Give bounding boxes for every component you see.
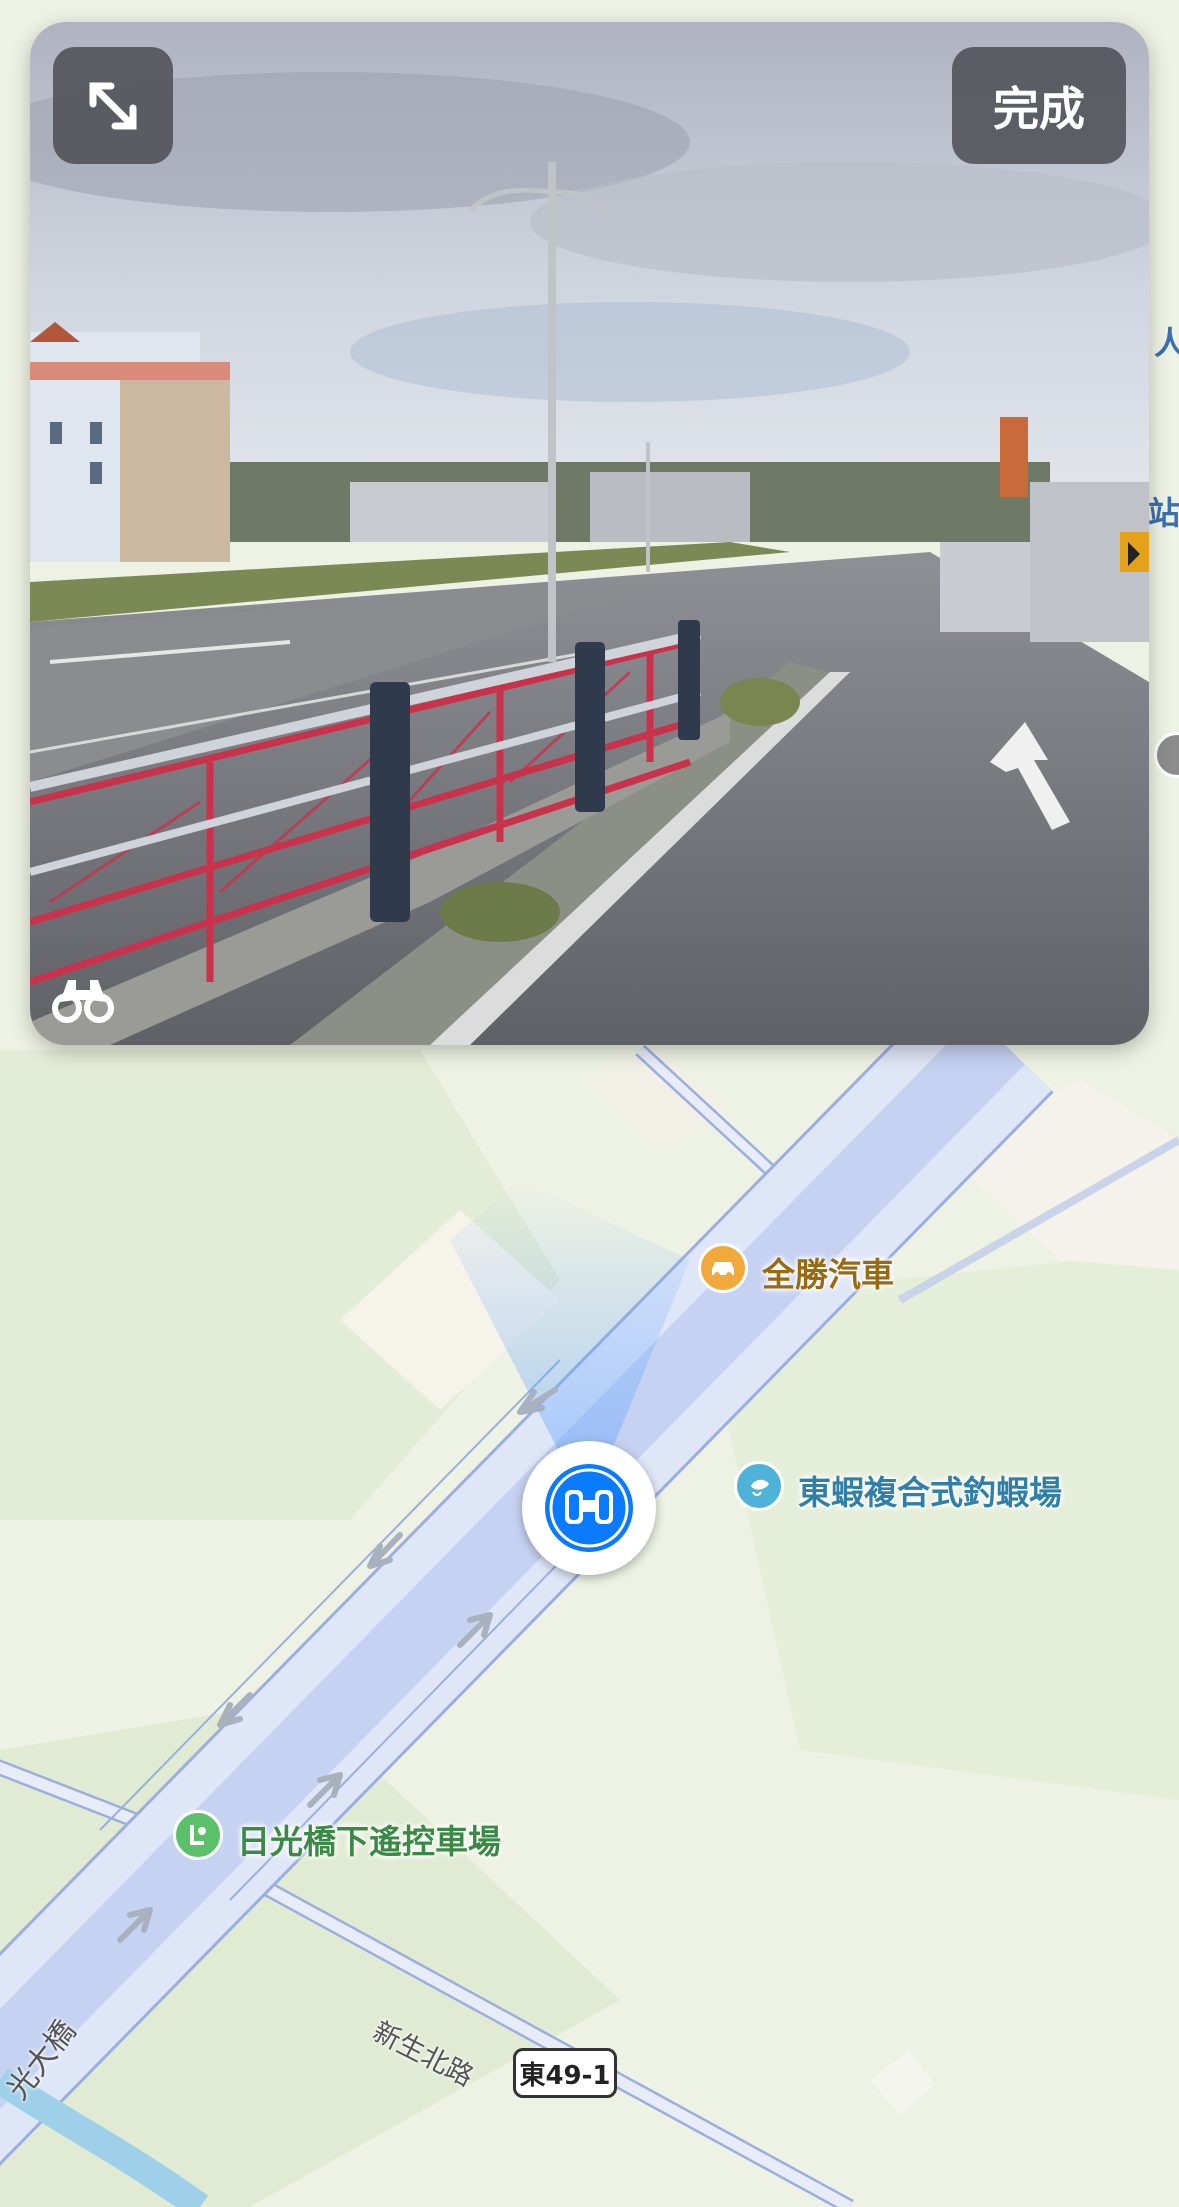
edge-label-top: 人 [1154,324,1179,362]
look-around-binoculars-icon [545,1464,633,1552]
park-icon[interactable] [173,1810,223,1860]
look-around-marker[interactable] [522,1441,656,1575]
car-icon[interactable] [698,1243,748,1293]
poi-label-rc-track[interactable]: 日光橋下遙控車場 [237,1815,501,1863]
binoculars-icon [52,980,114,1023]
expand-button[interactable] [53,47,173,164]
fishing-icon[interactable] [734,1461,784,1511]
route-shield: 東49-1 [513,2048,617,2098]
expand-arrows-icon [89,82,137,129]
street-view-image[interactable] [30,22,1149,1045]
poi-label-car-dealer[interactable]: 全勝汽車 [762,1248,894,1296]
done-button[interactable]: 完成 [952,47,1126,164]
look-around-viewer[interactable]: 完成 [30,22,1149,1045]
edge-label-station: 站 [1148,494,1179,532]
poi-label-fishing[interactable]: 東蝦複合式釣蝦場 [798,1466,1062,1514]
